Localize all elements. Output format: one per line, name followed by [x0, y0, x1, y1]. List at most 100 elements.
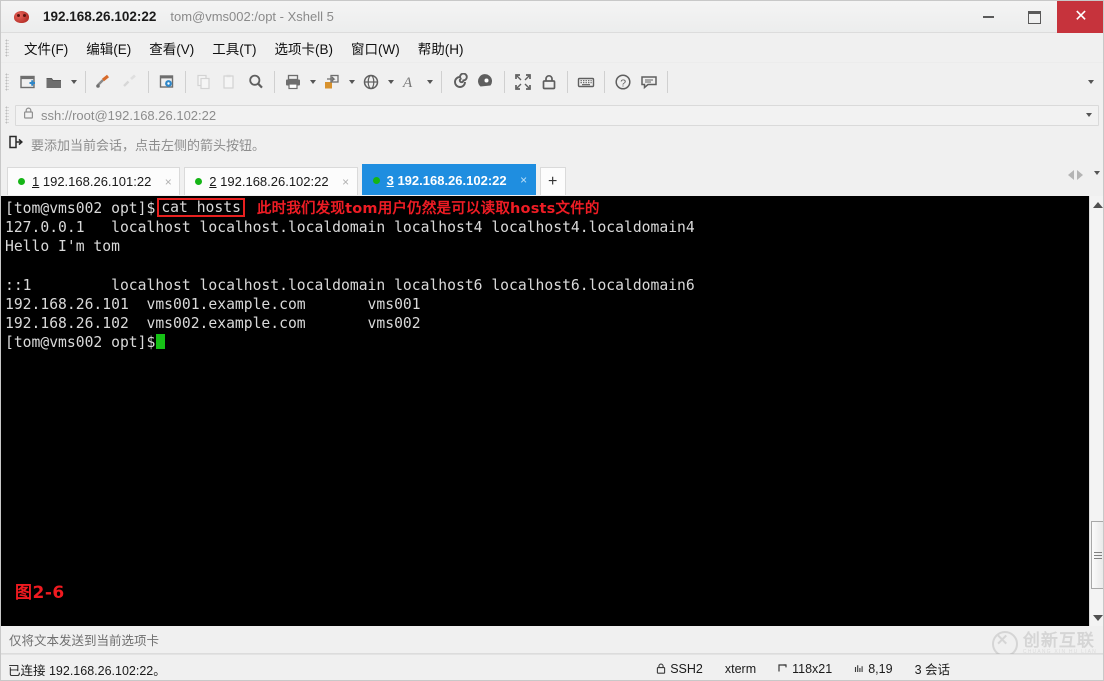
properties-icon: [159, 75, 174, 88]
terminal-line: Hello I'm tom: [5, 238, 120, 256]
window-title-subtitle: tom@vms002:/opt - Xshell 5: [170, 9, 334, 24]
minimize-button[interactable]: [965, 1, 1011, 33]
terminal-output[interactable]: [tom@vms002 opt]$ cat hosts 此时我们发现tom用户仍然是…: [1, 196, 1089, 626]
menu-window[interactable]: 窗口(W): [342, 35, 409, 61]
status-terminal-type[interactable]: xterm: [725, 662, 756, 676]
status-cursor-position-label: 8,19: [868, 661, 893, 676]
scrollbar-grip-icon: [1093, 551, 1102, 559]
sftp-icon: [454, 73, 468, 88]
add-session-arrow-icon[interactable]: [9, 135, 23, 154]
print-button[interactable]: [280, 69, 306, 95]
tab-status-dot: [18, 178, 25, 185]
status-session-count[interactable]: 3 会话: [915, 659, 950, 678]
open-session-button[interactable]: [41, 69, 67, 95]
menu-tab[interactable]: 选项卡(B): [266, 35, 343, 61]
tab-host: 192.168.26.102:22: [397, 172, 507, 188]
fullscreen-icon: [515, 74, 531, 90]
terminal-prompt: [tom@vms002 opt]$: [5, 334, 156, 352]
address-value: ssh://root@192.168.26.102:22: [41, 107, 217, 123]
terminal-command-line: [tom@vms002 opt]$ cat hosts 此时我们发现tom用户仍然是…: [5, 198, 1089, 218]
scrollbar-thumb[interactable]: [1091, 521, 1103, 589]
address-input[interactable]: ssh://root@192.168.26.102:22: [15, 104, 1099, 126]
disconnect-button: [117, 69, 143, 95]
fullscreen-button[interactable]: [510, 69, 536, 95]
status-size[interactable]: 118x21: [778, 662, 832, 676]
new-tab-button[interactable]: +: [539, 167, 566, 195]
toolbar-separator: [274, 71, 275, 93]
open-session-dropdown[interactable]: [67, 69, 80, 95]
tab-close-icon[interactable]: ×: [339, 175, 353, 189]
font-button[interactable]: A: [397, 69, 423, 95]
tab-session-3[interactable]: 3 192.168.26.102:22 ×: [361, 164, 536, 195]
copy-icon: [197, 74, 210, 90]
tab-close-icon[interactable]: ×: [161, 175, 175, 189]
connect-button[interactable]: [91, 69, 117, 95]
keyboard-button[interactable]: [573, 69, 599, 95]
scroll-down-button[interactable]: [1090, 609, 1103, 626]
chevron-left-icon[interactable]: [1068, 170, 1074, 180]
address-bar-grip[interactable]: [5, 106, 9, 124]
terminal-scrollbar[interactable]: [1089, 196, 1103, 626]
address-history-dropdown[interactable]: [1083, 106, 1095, 124]
lock-icon: [656, 663, 666, 674]
send-text-bar[interactable]: 仅将文本发送到当前选项卡: [1, 626, 1103, 654]
tab-host: 192.168.26.102:22: [220, 174, 329, 189]
tab-session-1[interactable]: 1 192.168.26.101:22 ×: [7, 167, 181, 195]
menu-help[interactable]: 帮助(H): [409, 35, 473, 61]
toolbar-overflow-button[interactable]: [1083, 63, 1099, 101]
window-title-main: 192.168.26.102:22: [43, 9, 157, 24]
new-session-button[interactable]: [15, 69, 41, 95]
chevron-down-icon: [1094, 171, 1100, 175]
open-folder-icon: [46, 78, 61, 88]
tunnel-icon: [478, 74, 493, 87]
tab-session-2[interactable]: 2 192.168.26.102:22 ×: [184, 167, 358, 195]
paste-icon: [223, 74, 234, 89]
status-size-label: 118x21: [792, 661, 833, 676]
find-button[interactable]: [243, 69, 269, 95]
status-protocol[interactable]: SSH2: [656, 662, 703, 676]
tab-list-dropdown[interactable]: [1094, 171, 1100, 175]
status-cursor-position[interactable]: 8,19: [854, 661, 893, 676]
copy-button: [191, 69, 217, 95]
lock-icon: [542, 75, 556, 90]
figure-caption: 图2-6: [15, 583, 65, 603]
chevron-right-icon[interactable]: [1077, 170, 1083, 180]
tab-label: 1 192.168.26.101:22: [32, 174, 151, 189]
toolbar-separator: [604, 71, 605, 93]
sftp-button[interactable]: [447, 69, 473, 95]
menu-edit[interactable]: 编辑(E): [77, 35, 140, 61]
terminal-final-prompt-line: [tom@vms002 opt]$: [5, 333, 1089, 352]
session-hint-text: 要添加当前会话，点击左侧的箭头按钮。: [31, 138, 266, 153]
menu-view[interactable]: 查看(V): [140, 35, 203, 61]
help-button[interactable]: ?: [610, 69, 636, 95]
status-protocol-label: SSH2: [670, 661, 703, 676]
print-icon: [286, 74, 300, 90]
tunnel-button[interactable]: [473, 69, 499, 95]
font-dropdown[interactable]: [423, 69, 436, 95]
maximize-button[interactable]: [1011, 1, 1057, 33]
highlighted-command: cat hosts: [157, 198, 245, 217]
globe-icon: [363, 74, 379, 90]
lock-screen-button[interactable]: [536, 69, 562, 95]
properties-button[interactable]: [154, 69, 180, 95]
encoding-button[interactable]: [358, 69, 384, 95]
xshell-window: 192.168.26.102:22 tom@vms002:/opt - Xshe…: [0, 0, 1104, 681]
file-transfer-button[interactable]: [319, 69, 345, 95]
encoding-dropdown[interactable]: [384, 69, 397, 95]
scroll-up-button[interactable]: [1090, 196, 1103, 213]
chat-button[interactable]: [636, 69, 662, 95]
print-dropdown[interactable]: [306, 69, 319, 95]
address-bar: ssh://root@192.168.26.102:22: [1, 101, 1103, 129]
close-button[interactable]: ✕: [1057, 1, 1103, 33]
lock-icon: [23, 106, 34, 124]
svg-text:?: ?: [620, 77, 626, 89]
toolbar-drag-grip[interactable]: [5, 73, 9, 91]
file-transfer-dropdown[interactable]: [345, 69, 358, 95]
menu-file[interactable]: 文件(F): [15, 35, 77, 61]
tab-close-icon[interactable]: ×: [517, 173, 531, 187]
menu-drag-grip[interactable]: [5, 38, 9, 57]
scroll-up-arrow-icon: [1092, 201, 1103, 208]
paste-button: [217, 69, 243, 95]
menu-tools[interactable]: 工具(T): [203, 35, 265, 61]
